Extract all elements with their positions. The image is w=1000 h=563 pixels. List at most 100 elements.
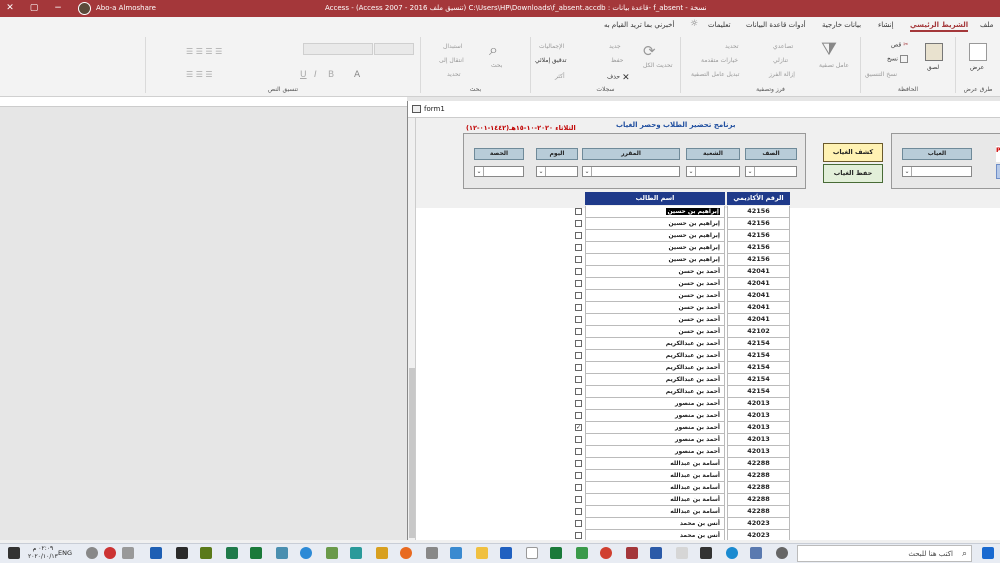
taskbar-app-icon[interactable] (200, 547, 212, 559)
taskbar-app-icon[interactable] (226, 547, 238, 559)
tray-arrow-icon[interactable] (122, 547, 134, 559)
taskbar-app-icon[interactable] (526, 547, 538, 559)
taskbar-app-firefox-icon[interactable] (400, 547, 412, 559)
student-name-cell[interactable]: أحمد بن عبدالكريم (585, 386, 725, 398)
save-absence-button[interactable]: حفظ الغياب (823, 164, 883, 183)
minimize-window-button[interactable]: − (50, 2, 66, 15)
student-id-cell[interactable]: 42156 (727, 218, 790, 230)
notification-icon[interactable] (8, 547, 20, 559)
align-icons[interactable]: ☰ ☰ ☰ ☰ (186, 47, 222, 56)
absent-checkbox[interactable] (575, 472, 582, 479)
absent-checkbox[interactable] (575, 376, 582, 383)
taskbar-app-icon[interactable] (576, 547, 588, 559)
student-id-cell[interactable]: 42013 (727, 434, 790, 446)
table-row[interactable]: أحمد بن عبدالكريم 42154 (408, 350, 1000, 362)
font-name-select[interactable] (303, 43, 373, 55)
cortana-icon[interactable] (776, 547, 788, 559)
student-id-cell[interactable]: 42154 (727, 386, 790, 398)
table-row[interactable]: أحمد بن عبدالكريم 42154 (408, 374, 1000, 386)
student-id-cell[interactable]: 42288 (727, 470, 790, 482)
table-row[interactable]: إبراهيم بن حسين 42156 (408, 242, 1000, 254)
table-row[interactable]: أسامة بن عبدالله 42288 (408, 494, 1000, 506)
student-name-cell[interactable]: أحمد بن حسن (585, 314, 725, 326)
student-id-cell[interactable]: 42288 (727, 482, 790, 494)
absent-checkbox[interactable] (575, 280, 582, 287)
find-button[interactable]: بحث (491, 62, 502, 69)
pdf-button[interactable]: PD (996, 146, 1000, 162)
student-id-cell[interactable]: 42154 (727, 374, 790, 386)
mail-icon[interactable] (500, 547, 512, 559)
student-name-cell[interactable]: أسامة بن عبدالله (585, 482, 725, 494)
tab-help[interactable]: تعليمات (708, 21, 731, 29)
selection-button[interactable]: تحديد (725, 43, 739, 50)
student-name-cell[interactable]: أحمد بن عبدالكريم (585, 338, 725, 350)
access-icon[interactable] (626, 547, 638, 559)
absent-checkbox[interactable] (575, 388, 582, 395)
absent-checkbox[interactable] (575, 352, 582, 359)
student-id-cell[interactable]: 42154 (727, 362, 790, 374)
absent-checkbox[interactable] (575, 292, 582, 299)
tab-external-data[interactable]: بيانات خارجية (822, 21, 861, 29)
absent-checkbox[interactable] (575, 340, 582, 347)
student-name-cell[interactable]: أحمد بن منصور (585, 422, 725, 434)
student-id-cell[interactable]: 42013 (727, 410, 790, 422)
table-row[interactable]: أحمد بن حسن 42102 (408, 326, 1000, 338)
table-row[interactable]: أحمد بن حسن 42041 (408, 302, 1000, 314)
student-name-cell[interactable]: أحمد بن حسن (585, 326, 725, 338)
replace-button[interactable]: استبدال (443, 43, 463, 50)
align-icons-2[interactable]: ☰ ☰ ☰ (186, 70, 213, 79)
spelling-button[interactable]: تدقيق إملائي (535, 57, 567, 64)
save-record-button[interactable]: حفظ (611, 57, 623, 64)
student-name-cell[interactable]: أسامة بن عبدالله (585, 458, 725, 470)
section-combo[interactable]: ⌄ (686, 166, 740, 177)
toggle-filter-button[interactable]: تبديل عامل التصفية (691, 71, 739, 78)
student-id-cell[interactable]: 42288 (727, 494, 790, 506)
table-row[interactable]: أحمد بن عبدالكريم 42154 (408, 362, 1000, 374)
absent-checkbox[interactable] (575, 256, 582, 263)
language-indicator[interactable]: ENG (58, 549, 72, 557)
student-name-cell[interactable]: أحمد بن منصور (585, 410, 725, 422)
period-combo[interactable]: ⌄ (474, 166, 524, 177)
taskbar-app-icon[interactable] (300, 547, 312, 559)
table-row[interactable]: أحمد بن عبدالكريم 42154 (408, 386, 1000, 398)
goto-button[interactable]: انتقال إلى (439, 57, 464, 64)
student-name-cell[interactable]: أنس بن محمد (585, 518, 725, 530)
table-row[interactable]: أحمد بن منصور 42013 (408, 410, 1000, 422)
taskbar-app-icon[interactable] (676, 547, 688, 559)
chrome-icon[interactable] (600, 547, 612, 559)
table-row[interactable]: أسامة بن عبدالله 42288 (408, 470, 1000, 482)
student-name-cell[interactable]: إبراهيم بن حسين (585, 230, 725, 242)
student-id-cell[interactable]: 42156 (727, 242, 790, 254)
task-view-icon[interactable] (750, 547, 762, 559)
taskbar-app-icon[interactable] (450, 547, 462, 559)
student-name-cell[interactable]: أحمد بن حسن (585, 302, 725, 314)
table-row[interactable]: أسامة بن عبدالله 42288 (408, 506, 1000, 518)
tab-create[interactable]: إنشاء (878, 21, 894, 29)
absent-checkbox[interactable] (575, 208, 582, 215)
student-id-cell[interactable]: 42156 (727, 230, 790, 242)
copy-button[interactable]: نسخ (887, 55, 908, 63)
student-name-cell[interactable]: أحمد بن عبدالكريم (585, 362, 725, 374)
student-name-cell[interactable]: أحمد بن منصور (585, 434, 725, 446)
tell-me-search[interactable]: أخبرني بما تريد القيام به (604, 21, 674, 29)
student-id-cell[interactable]: 42156 (727, 254, 790, 266)
student-id-cell[interactable]: 42154 (727, 350, 790, 362)
absent-checkbox[interactable] (575, 328, 582, 335)
tab-file[interactable]: ملف (980, 21, 993, 29)
student-name-cell[interactable]: أسامة بن عبدالله (585, 494, 725, 506)
absent-checkbox[interactable] (575, 460, 582, 467)
table-row[interactable]: أحمد بن حسن 42041 (408, 290, 1000, 302)
blue-action-button[interactable] (996, 164, 1000, 179)
table-row[interactable]: ✓ أحمد بن منصور 42013 (408, 422, 1000, 434)
descending-button[interactable]: تنازلي (773, 57, 788, 64)
edge-icon[interactable] (726, 547, 738, 559)
table-row[interactable]: إبراهيم بن حسين 42156 (408, 206, 1000, 218)
table-row[interactable]: أسامة بن عبدالله 42288 (408, 458, 1000, 470)
absent-checkbox[interactable] (575, 508, 582, 515)
underline-button[interactable]: U (300, 70, 307, 80)
absent-checkbox[interactable] (575, 268, 582, 275)
italic-button[interactable]: I (314, 70, 317, 80)
taskbar-app-icon[interactable] (276, 547, 288, 559)
student-name-cell[interactable]: أحمد بن حسن (585, 290, 725, 302)
taskbar-app-excel-icon[interactable] (250, 547, 262, 559)
